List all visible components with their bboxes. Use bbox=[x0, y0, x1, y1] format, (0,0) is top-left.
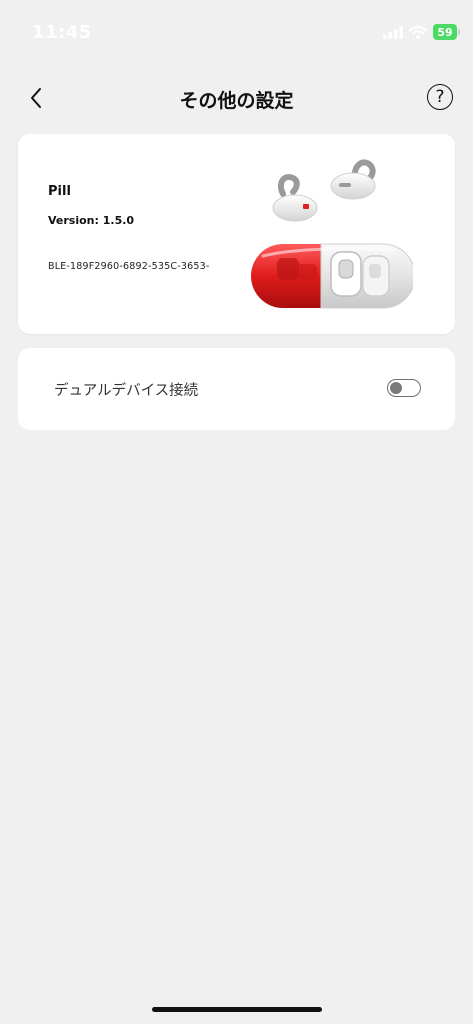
battery-icon: 59 bbox=[433, 24, 460, 40]
status-bar: 11:45 59 bbox=[0, 0, 473, 64]
device-version: Version: 1.5.0 bbox=[48, 214, 135, 227]
device-card: Pill Version: 1.5.0 BLE-189F2960-6892-53… bbox=[18, 134, 455, 334]
dual-device-label: デュアルデバイス接続 bbox=[54, 383, 199, 399]
battery-level: 59 bbox=[437, 25, 453, 39]
status-icons: 59 bbox=[383, 24, 460, 40]
status-time: 11:45 bbox=[32, 22, 92, 43]
signal-bars-icon bbox=[383, 25, 403, 39]
device-name: Pill bbox=[48, 184, 71, 199]
help-icon: ? bbox=[435, 87, 445, 107]
toggle-knob bbox=[390, 382, 402, 394]
nav-bar: その他の設定 ? bbox=[0, 76, 473, 120]
page-title: その他の設定 bbox=[179, 90, 294, 112]
dual-device-card: デュアルデバイス接続 bbox=[18, 348, 455, 430]
earbuds-case-image bbox=[251, 159, 413, 309]
device-id: BLE-189F2960-6892-535C-3653- bbox=[48, 261, 210, 272]
home-indicator[interactable] bbox=[152, 1007, 322, 1012]
wifi-icon bbox=[409, 25, 427, 39]
dual-device-toggle[interactable] bbox=[387, 379, 421, 397]
help-button[interactable]: ? bbox=[427, 84, 453, 110]
